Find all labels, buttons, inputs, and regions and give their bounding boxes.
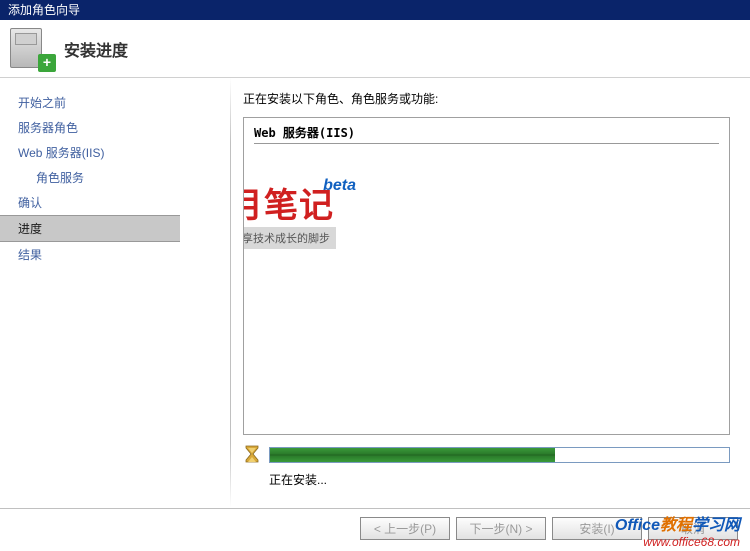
plus-icon: + [38, 54, 56, 72]
sidebar-item-progress: 进度 [0, 215, 180, 242]
progress-fill [270, 448, 555, 462]
server-add-icon: + [10, 28, 52, 70]
cancel-button[interactable]: 取消 [648, 517, 738, 540]
window-title: 添加角色向导 [8, 3, 80, 17]
roles-content-box: Web 服务器(IIS) beta 晓月笔记 记录和分享技术成长的脚步 [243, 117, 730, 435]
watermark-subtitle: 记录和分享技术成长的脚步 [243, 227, 336, 249]
wizard-footer: < 上一步(P) 下一步(N) > 安装(I) 取消 Office教程学习网 w… [0, 508, 750, 551]
page-title: 安装进度 [64, 37, 128, 61]
hourglass-icon [243, 445, 261, 465]
wizard-header: + 安装进度 [0, 20, 750, 78]
sidebar-item-server-roles: 服务器角色 [0, 115, 180, 140]
install-progress-bar [269, 447, 730, 463]
status-text: 正在安装... [269, 471, 730, 488]
progress-row [243, 445, 730, 465]
sidebar-item-confirmation: 确认 [0, 190, 180, 215]
sidebar-item-results: 结果 [0, 242, 180, 267]
sidebar-item-before-begin: 开始之前 [0, 90, 180, 115]
window-titlebar: 添加角色向导 [0, 0, 750, 20]
sidebar-item-web-server-iis: Web 服务器(IIS) [0, 140, 180, 165]
role-heading: Web 服务器(IIS) [254, 124, 719, 144]
wizard-steps-sidebar: 开始之前 服务器角色 Web 服务器(IIS) 角色服务 确认 进度 结果 [0, 78, 180, 508]
main-content: 正在安装以下角色、角色服务或功能: Web 服务器(IIS) beta 晓月笔记… [231, 78, 750, 508]
install-button[interactable]: 安装(I) [552, 517, 642, 540]
next-button[interactable]: 下一步(N) > [456, 517, 546, 540]
sidebar-item-role-services: 角色服务 [0, 165, 180, 190]
previous-button[interactable]: < 上一步(P) [360, 517, 450, 540]
watermark-overlay: beta 晓月笔记 记录和分享技术成长的脚步 [243, 173, 364, 249]
instruction-text: 正在安装以下角色、角色服务或功能: [243, 90, 730, 107]
